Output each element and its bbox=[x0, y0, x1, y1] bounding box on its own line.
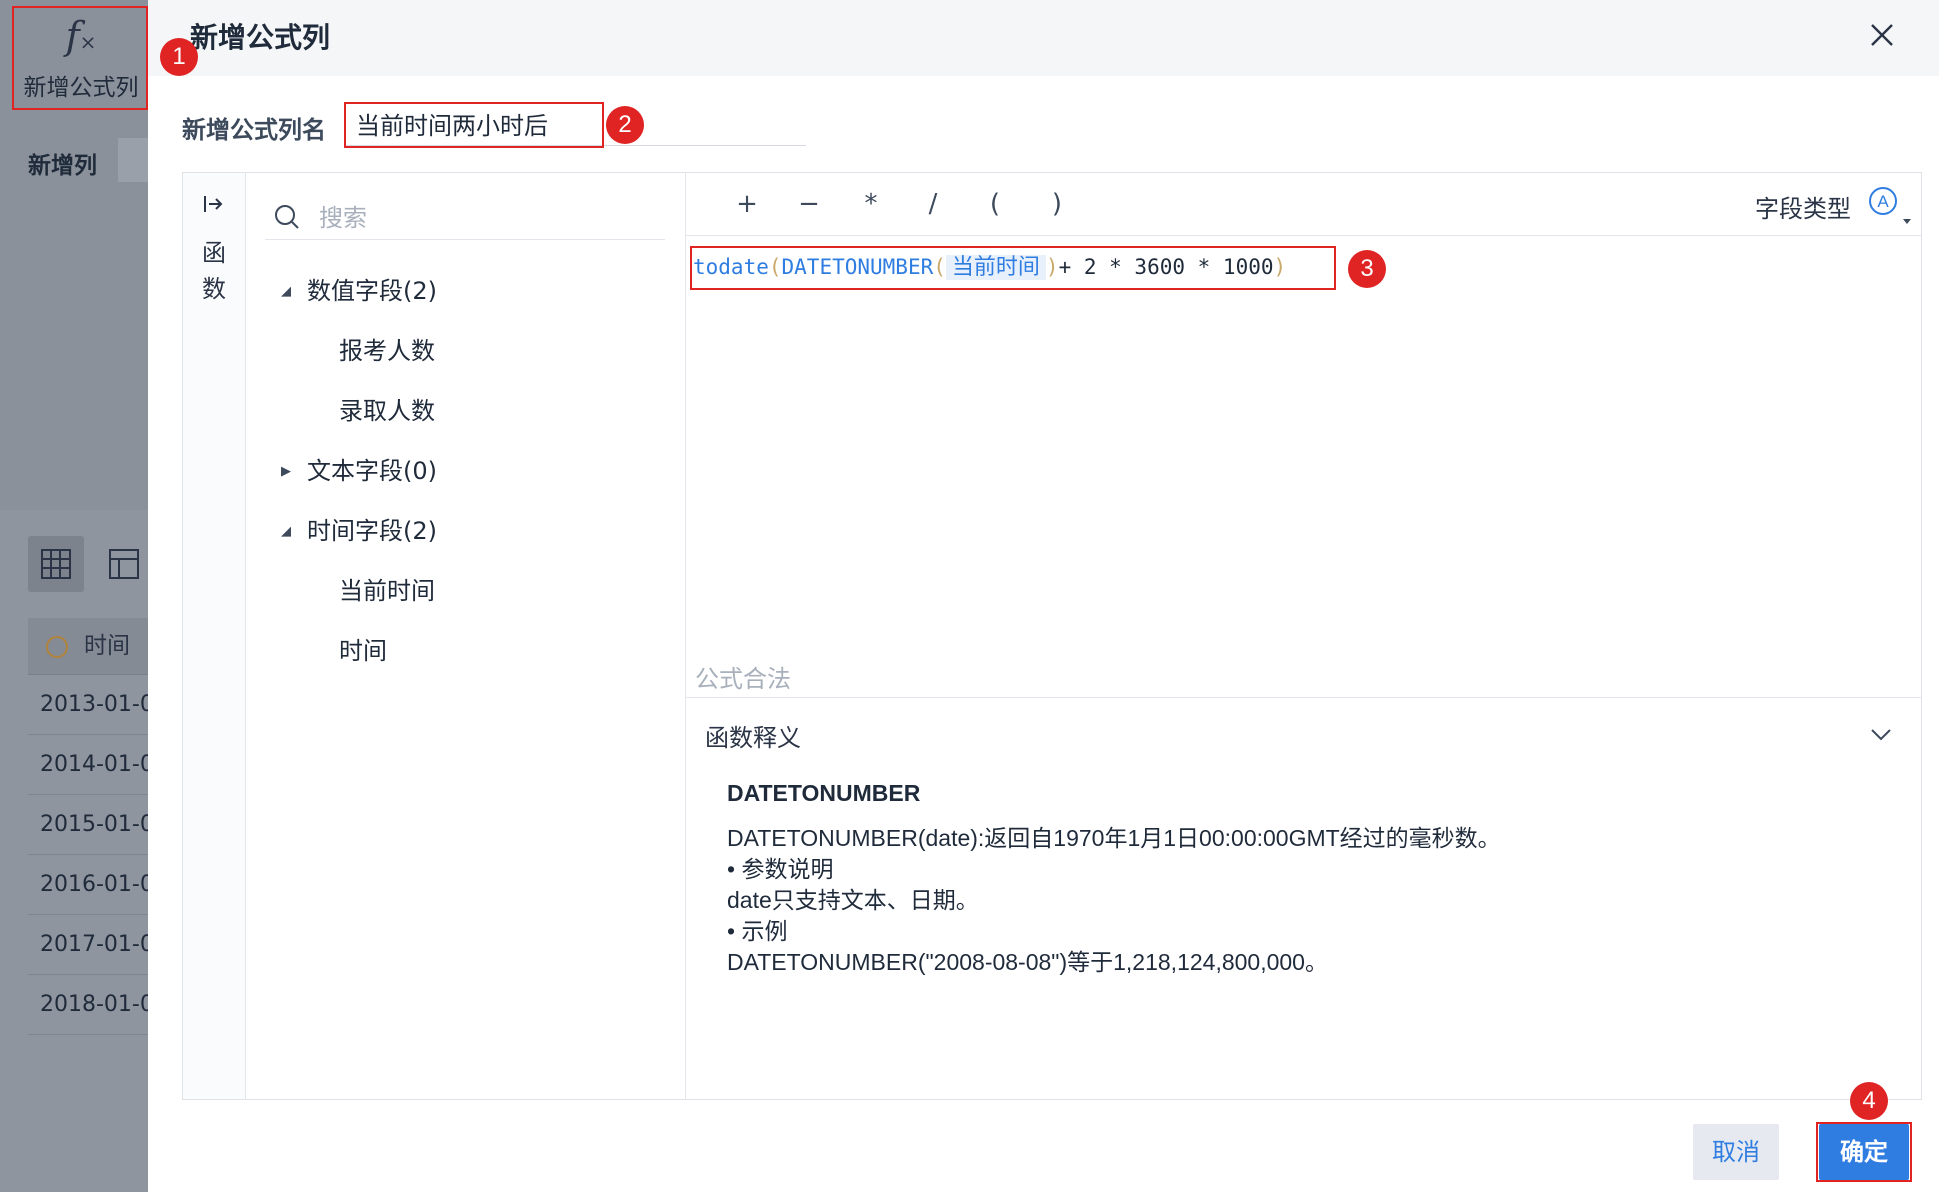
column-name-label: 新增公式列名 bbox=[182, 116, 326, 144]
operator-close-paren-button[interactable]: ) bbox=[1037, 187, 1077, 221]
explanation-title: 函数释义 bbox=[705, 724, 801, 752]
operator-divide-button[interactable]: / bbox=[913, 187, 953, 221]
tree-group-label: 文本字段(0) bbox=[307, 457, 437, 485]
annotation-badge-1: 1 bbox=[160, 38, 198, 76]
table-row: 2015-01-0 bbox=[28, 795, 148, 855]
explanation-function-name: DATETONUMBER bbox=[727, 780, 921, 806]
tree-group-text[interactable]: ▶ 文本字段(0) bbox=[281, 441, 437, 501]
field-type-selector[interactable]: A bbox=[1867, 185, 1899, 217]
tree-group-numeric[interactable]: ◢ 数值字段(2) bbox=[281, 261, 437, 321]
explanation-line: • 示例 bbox=[727, 918, 788, 944]
field-panel: ◢ 数值字段(2) 报考人数 录取人数 ▶ 文本字段(0) ◢ 时间字段(2) 当前时… bbox=[245, 173, 686, 1099]
chevron-down-icon bbox=[1871, 729, 1891, 741]
tree-item-field[interactable]: 时间 bbox=[281, 621, 437, 681]
tree-item-field[interactable]: 当前时间 bbox=[281, 561, 437, 621]
explanation-line: DATETONUMBER(date):返回自1970年1月1日00:00:00G… bbox=[727, 825, 1501, 851]
text-type-icon: A bbox=[1869, 187, 1897, 215]
annotation-badge-4: 4 bbox=[1850, 1082, 1888, 1120]
explanation-line: • 参数说明 bbox=[727, 856, 834, 882]
caret-down-icon: ◢ bbox=[281, 284, 291, 299]
expand-arrow-icon bbox=[204, 196, 223, 212]
table-header-label: 时间 bbox=[84, 633, 130, 659]
close-icon bbox=[1871, 24, 1893, 46]
explanation-line: date只支持文本、日期。 bbox=[727, 887, 979, 913]
close-button[interactable] bbox=[1867, 20, 1897, 50]
function-explanation-panel: 函数释义 DATETONUMBER DATETONUMBER(date):返回自… bbox=[685, 697, 1921, 1100]
annotation-box-3 bbox=[690, 246, 1336, 290]
table-row: 2014-01-0 bbox=[28, 735, 148, 795]
search-icon bbox=[275, 205, 299, 229]
table-row: 2013-01-0 bbox=[28, 675, 148, 735]
explanation-line: DATETONUMBER("2008-08-08")等于1,218,124,80… bbox=[727, 949, 1328, 975]
operator-multiply-button[interactable]: * bbox=[851, 187, 891, 221]
background-table: 时间 2013-01-0 2014-01-0 2015-01-0 2016-01… bbox=[28, 618, 148, 1035]
tree-group-label: 时间字段(2) bbox=[307, 517, 437, 545]
tree-group-time[interactable]: ◢ 时间字段(2) bbox=[281, 501, 437, 561]
dialog-title: 新增公式列 bbox=[190, 21, 331, 54]
annotation-box-2 bbox=[344, 102, 604, 148]
formula-editor: 函数 ◢ 数值字段(2) 报考人数 录取人数 ▶ 文本字段(0) bbox=[182, 172, 1922, 1100]
grid-icon bbox=[41, 549, 71, 579]
cancel-button[interactable]: 取消 bbox=[1693, 1124, 1779, 1180]
search-box bbox=[265, 195, 665, 240]
function-rail-label: 函数 bbox=[202, 239, 226, 303]
formula-area: + − * / ( ) 字段类型 A todate(DATETONUMBER(当… bbox=[685, 173, 1921, 1099]
background-page: f× 新增公式列 新增列 时间 2013-01-0 2014-01-0 2015… bbox=[0, 0, 148, 1192]
collapse-button[interactable] bbox=[1867, 720, 1895, 748]
dialog-header: 新增公式列 bbox=[148, 0, 1939, 76]
table-header: 时间 bbox=[28, 618, 148, 675]
table-row: 2017-01-0 bbox=[28, 915, 148, 975]
new-column-tab bbox=[118, 138, 148, 182]
field-tree: ◢ 数值字段(2) 报考人数 录取人数 ▶ 文本字段(0) ◢ 时间字段(2) 当前时… bbox=[281, 261, 437, 681]
annotation-box-4 bbox=[1816, 1122, 1912, 1182]
formula-column-dialog: 新增公式列 新增公式列名 函数 bbox=[148, 0, 1939, 1192]
grid-view-button[interactable] bbox=[28, 536, 84, 592]
new-column-label: 新增列 bbox=[28, 153, 97, 179]
operator-open-paren-button[interactable]: ( bbox=[975, 187, 1015, 221]
tree-group-label: 数值字段(2) bbox=[307, 277, 437, 305]
tree-item-field[interactable]: 报考人数 bbox=[281, 321, 437, 381]
table-row: 2016-01-0 bbox=[28, 855, 148, 915]
annotation-box-1 bbox=[12, 6, 148, 110]
operator-minus-button[interactable]: − bbox=[789, 187, 829, 221]
annotation-badge-3: 3 bbox=[1348, 250, 1386, 288]
field-type-label: 字段类型 bbox=[1755, 195, 1851, 223]
explanation-body: DATETONUMBER DATETONUMBER(date):返回自1970年… bbox=[727, 778, 1501, 978]
chevron-down-icon bbox=[1903, 219, 1911, 224]
function-rail[interactable]: 函数 bbox=[183, 173, 246, 1099]
operator-plus-button[interactable]: + bbox=[727, 187, 767, 221]
clock-icon bbox=[46, 635, 68, 658]
formula-status: 公式合法 bbox=[695, 665, 791, 693]
tree-item-field[interactable]: 录取人数 bbox=[281, 381, 437, 441]
caret-right-icon: ▶ bbox=[281, 464, 291, 479]
caret-down-icon: ◢ bbox=[281, 524, 291, 539]
annotation-badge-2: 2 bbox=[606, 106, 644, 144]
svg-text:A: A bbox=[1877, 192, 1889, 211]
operator-bar: + − * / ( ) 字段类型 A bbox=[685, 173, 1921, 236]
search-input[interactable] bbox=[317, 197, 651, 239]
table-row: 2018-01-0 bbox=[28, 975, 148, 1035]
